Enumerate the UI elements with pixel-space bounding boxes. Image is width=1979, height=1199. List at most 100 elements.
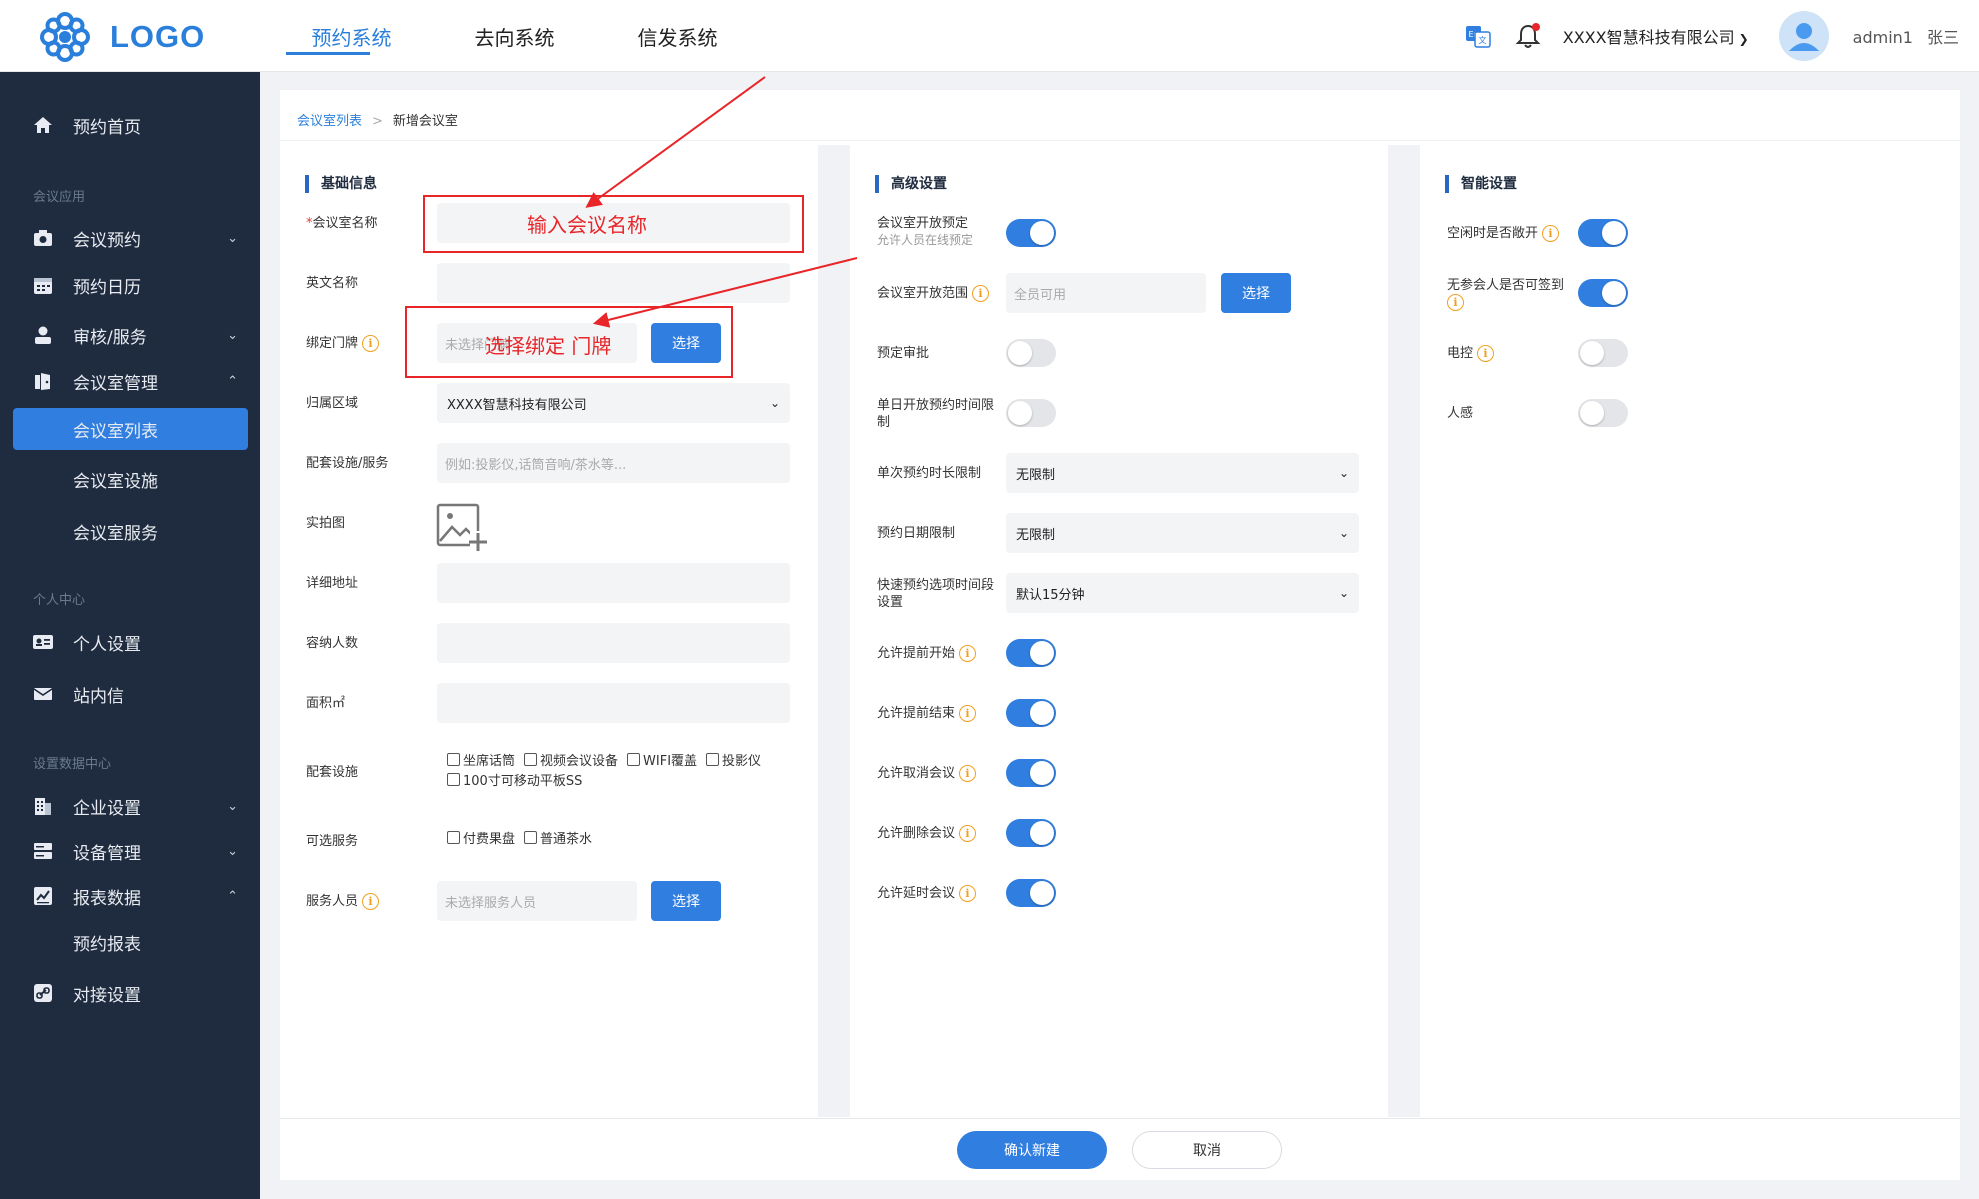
annotation-text-room-name: 输入会议名称 <box>527 213 647 237</box>
sidebar-item-audit-service[interactable]: 审核/服务 ⌄ <box>0 314 260 356</box>
info-icon: i <box>1542 225 1560 242</box>
checkbox[interactable] <box>627 753 641 766</box>
chevron-down-icon: ⌄ <box>227 843 238 859</box>
section-smart-title: 智能设置 <box>1445 175 1517 193</box>
door-icon <box>32 370 54 392</box>
power-control-toggle[interactable] <box>1578 339 1628 367</box>
logo[interactable]: LOGO <box>38 10 205 64</box>
annotation-text-doorplate: 选择绑定 门牌 <box>485 334 612 358</box>
early-start-toggle[interactable] <box>1006 639 1056 667</box>
date-limit-select[interactable]: 无限制 ⌄ <box>1006 513 1359 553</box>
checkbox[interactable] <box>706 753 720 766</box>
sidebar-item-enterprise-settings[interactable]: 企业设置 ⌄ <box>0 785 260 827</box>
idle-open-toggle[interactable] <box>1578 219 1628 247</box>
single-duration-select[interactable]: 无限制 ⌄ <box>1006 453 1359 493</box>
facility-option[interactable]: 100寸可移动平板SS <box>447 773 582 789</box>
extend-meeting-toggle[interactable] <box>1006 879 1056 907</box>
cancel-meeting-toggle[interactable] <box>1006 759 1056 787</box>
sidebar-group-settings: 设置数据中心 <box>33 757 112 772</box>
sensor-toggle[interactable] <box>1578 399 1628 427</box>
open-reserve-toggle[interactable] <box>1006 219 1056 247</box>
sidebar-item-reserve-report[interactable]: 预约报表 <box>0 921 260 963</box>
delete-meeting-toggle[interactable] <box>1006 819 1056 847</box>
quick-interval-label: 快速预约选项时间段设置 <box>877 578 995 610</box>
address-input[interactable] <box>437 563 790 603</box>
approval-toggle[interactable] <box>1006 339 1056 367</box>
add-image-icon[interactable] <box>436 503 488 553</box>
sidebar-item-room-service[interactable]: 会议室服务 <box>0 510 260 552</box>
sidebar-item-reserve-calendar[interactable]: 预约日历 <box>0 264 260 306</box>
open-scope-input[interactable]: 全员可用 <box>1006 273 1206 313</box>
logo-icon <box>40 12 90 62</box>
sidebar-item-integration[interactable]: 对接设置 <box>0 972 260 1014</box>
info-icon: i <box>972 285 990 302</box>
sidebar-item-inbox[interactable]: 站内信 <box>0 673 260 715</box>
service-option[interactable]: 普通茶水 <box>524 831 592 847</box>
user-info[interactable]: admin1 张三 <box>1853 24 1959 48</box>
chevron-down-icon: ⌄ <box>227 230 238 246</box>
breadcrumb: 会议室列表 > 新增会议室 <box>297 110 458 129</box>
sidebar-item-room-facility[interactable]: 会议室设施 <box>0 458 260 500</box>
room-name-label: *会议室名称 <box>306 216 378 231</box>
area-select[interactable]: XXXX智慧科技有限公司 ⌄ <box>437 383 790 423</box>
early-end-toggle[interactable] <box>1006 699 1056 727</box>
facilities-label: 配套设施 <box>306 765 359 780</box>
info-icon: i <box>1477 345 1495 362</box>
sidebar-item-room-manage[interactable]: 会议室管理 ⌃ <box>0 360 260 402</box>
early-end-label: 允许提前结束 i <box>877 705 977 722</box>
quick-interval-select[interactable]: 默认15分钟 ⌄ <box>1006 573 1359 613</box>
facility-option[interactable]: 视频会议设备 <box>524 753 618 769</box>
logo-text: LOGO <box>110 19 206 54</box>
info-icon: i <box>959 825 977 842</box>
top-bar: LOGO 预约系统 去向系统 信发系统 En 文 XXXX智慧科技有限公司❯ <box>0 0 1979 72</box>
staff-input[interactable]: 未选择服务人员 <box>437 881 637 921</box>
area-size-label: 面积㎡ <box>306 696 346 711</box>
info-icon: i <box>959 765 977 782</box>
sidebar-group-personal: 个人中心 <box>33 593 86 608</box>
top-nav-signage[interactable]: 信发系统 <box>596 0 759 72</box>
confirm-create-button[interactable]: 确认新建 <box>957 1131 1107 1169</box>
sidebar-item-report-data[interactable]: 报表数据 ⌃ <box>0 875 260 917</box>
facility-option[interactable]: 坐席话筒 <box>447 753 515 769</box>
info-icon: i <box>959 885 977 902</box>
section-advanced-title: 高级设置 <box>875 175 947 193</box>
language-icon[interactable]: En 文 <box>1463 21 1493 51</box>
sidebar-item-personal-settings[interactable]: 个人设置 <box>0 621 260 663</box>
daily-time-toggle[interactable] <box>1006 399 1056 427</box>
no-attendee-signin-toggle[interactable] <box>1578 279 1628 307</box>
approval-label: 预定审批 <box>877 346 930 361</box>
breadcrumb-room-list[interactable]: 会议室列表 <box>297 114 362 129</box>
notification-bell-icon[interactable] <box>1513 21 1543 51</box>
avatar[interactable] <box>1778 11 1829 61</box>
checkbox[interactable] <box>524 753 538 766</box>
facility-option[interactable]: 投影仪 <box>706 753 761 769</box>
services-checkbox-group: 付费果盘 普通茶水 <box>447 830 601 850</box>
company-switcher[interactable]: XXXX智慧科技有限公司 ❯ <box>1563 24 1749 48</box>
staff-select-button[interactable]: 选择 <box>651 881 721 921</box>
cancel-button[interactable]: 取消 <box>1132 1131 1282 1169</box>
checkbox[interactable] <box>447 831 460 844</box>
display-name: 张三 <box>1926 28 1959 47</box>
facility-option[interactable]: WIFI覆盖 <box>627 753 697 769</box>
top-nav-reservation[interactable]: 预约系统 <box>270 0 433 72</box>
capacity-input[interactable] <box>437 623 790 663</box>
sidebar-item-home[interactable]: 预约首页 <box>0 104 260 146</box>
daily-time-label: 单日开放预约时间限制 <box>877 398 995 430</box>
top-nav-whereabouts[interactable]: 去向系统 <box>433 0 596 72</box>
sidebar-item-device-manage[interactable]: 设备管理 ⌄ <box>0 830 260 872</box>
en-name-label: 英文名称 <box>306 276 359 291</box>
area-size-input[interactable] <box>437 683 790 723</box>
open-scope-select-button[interactable]: 选择 <box>1221 273 1291 313</box>
service-option[interactable]: 付费果盘 <box>447 831 515 847</box>
checkbox[interactable] <box>447 773 460 786</box>
sidebar-item-room-list[interactable]: 会议室列表 <box>13 408 248 450</box>
checkbox[interactable] <box>447 753 460 766</box>
chevron-down-icon: ⌄ <box>1338 526 1349 540</box>
sidebar-item-meeting-reserve[interactable]: 会议预约 ⌄ <box>0 217 260 259</box>
en-name-input[interactable] <box>437 263 790 303</box>
checkbox[interactable] <box>524 831 538 844</box>
chevron-down-icon: ⌄ <box>1338 466 1349 480</box>
facility-service-input[interactable]: 例如:投影仪,话筒音响/茶水等... <box>437 443 790 483</box>
user-icon <box>32 324 54 346</box>
column-divider <box>818 145 850 1117</box>
